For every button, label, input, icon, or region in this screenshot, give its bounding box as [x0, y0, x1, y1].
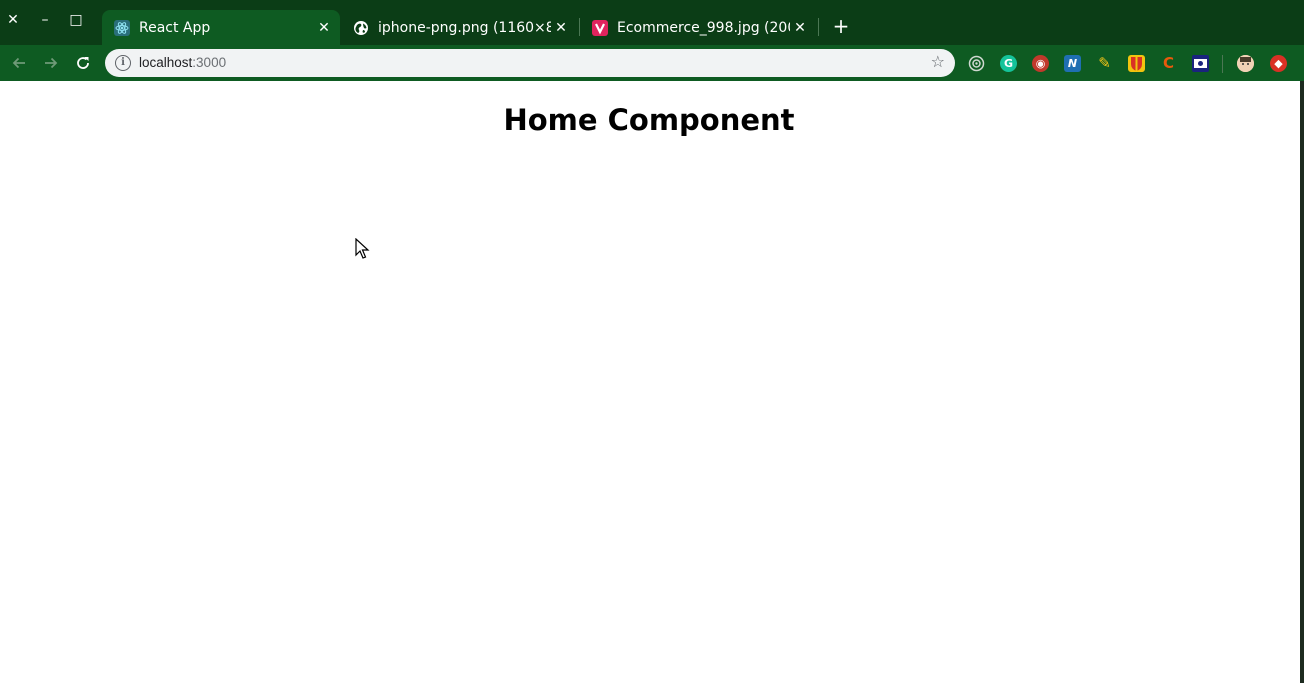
- tab-title: iphone-png.png (1160×80: [378, 19, 551, 36]
- tab-title: React App: [139, 19, 211, 36]
- avatar-icon[interactable]: [1237, 55, 1254, 72]
- arrow-right-icon: [45, 57, 58, 69]
- tab-close-icon[interactable]: ✕: [551, 20, 571, 36]
- url-text[interactable]: localhost:3000: [139, 54, 226, 72]
- grammarly-icon[interactable]: G: [1000, 55, 1017, 72]
- globe-icon: [353, 20, 369, 36]
- window-edge: [1300, 81, 1304, 683]
- tab-iphone-png[interactable]: iphone-png.png (1160×80 ✕: [341, 10, 577, 45]
- new-tab-button[interactable]: +: [830, 14, 852, 38]
- extension-badge-icon[interactable]: ◆: [1270, 55, 1287, 72]
- flag-icon[interactable]: [1192, 55, 1209, 72]
- tab-close-icon[interactable]: ✕: [790, 20, 810, 36]
- mouse-cursor-icon: [355, 238, 370, 259]
- reload-icon: [77, 57, 89, 69]
- react-icon: [114, 19, 130, 36]
- tab-close-icon[interactable]: ✕: [314, 20, 334, 36]
- toolbar-separator: [1222, 55, 1223, 73]
- browser-titlebar: ✕ – □ React App ✕ iphone-png.png (1160×8…: [0, 0, 1304, 45]
- tab-react-app[interactable]: React App ✕: [102, 10, 340, 45]
- page-viewport: Home Component: [0, 81, 1300, 683]
- window-close-button[interactable]: ✕: [3, 10, 23, 30]
- pencil-icon[interactable]: ✎: [1096, 55, 1113, 72]
- tab-title: Ecommerce_998.jpg (200: [617, 19, 790, 36]
- page-heading: Home Component: [503, 103, 795, 137]
- tab-separator: [818, 18, 819, 36]
- shield-icon[interactable]: [1128, 55, 1145, 72]
- window-minimize-button[interactable]: –: [35, 10, 55, 30]
- bookmark-star-icon[interactable]: ☆: [931, 52, 945, 71]
- tab-ecommerce-jpg[interactable]: Ecommerce_998.jpg (200 ✕: [580, 10, 816, 45]
- window-maximize-button[interactable]: □: [66, 10, 86, 30]
- browser-toolbar: i localhost:3000 ☆ G ◉ N ✎ C ◆: [0, 45, 1304, 81]
- back-button[interactable]: [7, 51, 31, 75]
- target-icon[interactable]: [968, 55, 985, 72]
- url-host: localhost: [139, 55, 193, 70]
- site-info-icon[interactable]: i: [115, 55, 131, 71]
- extension-red-icon[interactable]: ◉: [1032, 55, 1049, 72]
- arrow-left-icon: [12, 57, 25, 69]
- address-bar[interactable]: i localhost:3000 ☆: [105, 49, 955, 77]
- vectr-n-icon[interactable]: N: [1064, 55, 1081, 72]
- forward-button[interactable]: [39, 51, 63, 75]
- reload-button[interactable]: [71, 51, 95, 75]
- url-port: :3000: [192, 55, 227, 70]
- c-icon[interactable]: C: [1160, 55, 1177, 72]
- vectr-icon: [592, 19, 608, 36]
